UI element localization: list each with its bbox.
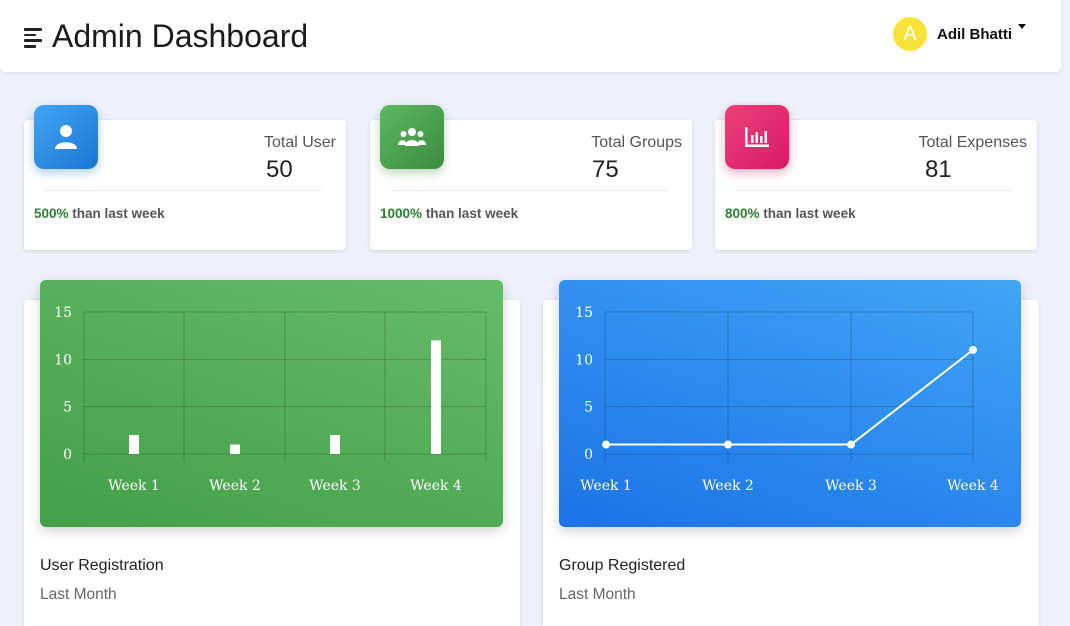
stat-label: Total Expenses — [918, 134, 1027, 151]
divider — [390, 190, 668, 191]
y-tick-label: 0 — [584, 447, 593, 463]
y-tick-label: 10 — [54, 352, 72, 368]
page-title: Admin Dashboard — [52, 18, 309, 54]
stat-card-total-user: Total User 50 500% than last week — [24, 105, 346, 250]
data-point — [724, 440, 732, 449]
stat-percent: 500% — [34, 206, 69, 221]
avatar: A — [893, 17, 927, 51]
chart-title: Group Registered — [559, 557, 686, 574]
y-tick-label: 15 — [54, 305, 72, 321]
x-tick-label: Week 3 — [309, 478, 361, 494]
stat-value: 75 — [592, 156, 619, 183]
stat-footer: 1000% than last week — [380, 206, 518, 221]
user-registration-chart: 0 5 10 15 Week 1 Week 2 Week 3 Week 4 — [40, 280, 503, 527]
bar-chart: 0 5 10 15 Week 1 Week 2 Week 3 Week 4 — [54, 305, 487, 494]
stat-percent: 800% — [725, 206, 760, 221]
stat-footer: 800% than last week — [725, 206, 856, 221]
stat-note: than last week — [763, 206, 856, 221]
x-tick-label: Week 4 — [410, 478, 462, 494]
bar — [129, 435, 139, 454]
hamburger-menu-icon[interactable] — [24, 28, 42, 48]
bar — [330, 435, 340, 454]
bar — [230, 444, 240, 454]
y-tick-label: 15 — [575, 305, 593, 321]
chart-title: User Registration — [40, 557, 164, 574]
y-tick-label: 5 — [584, 400, 593, 416]
stat-footer: 500% than last week — [34, 206, 165, 221]
y-tick-label: 5 — [63, 400, 72, 416]
users-group-icon — [380, 105, 444, 169]
x-tick-label: Week 1 — [108, 478, 160, 494]
top-bar: Admin Dashboard A Adil Bhatti — [0, 0, 1061, 72]
series-line — [606, 349, 974, 446]
chart-subtitle: Last Month — [559, 586, 636, 603]
x-tick-label: Week 4 — [947, 478, 999, 494]
stat-card-total-groups: Total Groups 75 1000% than last week — [370, 105, 692, 250]
data-point — [847, 440, 855, 449]
stat-label: Total User — [263, 134, 336, 151]
divider — [735, 190, 1013, 191]
y-tick-label: 10 — [575, 352, 593, 368]
group-registered-chart: 0 5 10 15 Week 1 Week 2 Week 3 Week 4 — [559, 280, 1021, 527]
x-tick-label: Week 2 — [209, 478, 261, 494]
stat-value: 81 — [925, 156, 952, 183]
x-tick-label: Week 2 — [702, 478, 754, 494]
stat-card-total-expenses: Total Expenses 81 800% than last week — [715, 105, 1037, 250]
data-point — [602, 440, 610, 449]
x-tick-label: Week 1 — [580, 478, 632, 494]
line-chart: 0 5 10 15 Week 1 Week 2 Week 3 Week 4 — [575, 305, 999, 494]
stat-percent: 1000% — [380, 206, 423, 221]
divider — [44, 190, 322, 191]
bar — [431, 340, 441, 454]
caret-down-icon[interactable] — [1018, 23, 1026, 29]
stat-note: than last week — [425, 206, 519, 221]
stat-value: 50 — [266, 156, 293, 183]
user-name: Adil Bhatti — [937, 25, 1012, 43]
stat-label: Total Groups — [591, 134, 682, 151]
chart-bar-icon — [725, 105, 789, 169]
y-tick-label: 0 — [63, 447, 72, 463]
chart-subtitle: Last Month — [40, 586, 117, 603]
stat-note: than last week — [72, 206, 165, 221]
x-tick-label: Week 3 — [825, 478, 877, 494]
data-point — [969, 345, 977, 354]
user-menu[interactable]: A Adil Bhatti — [893, 16, 1026, 52]
user-icon — [34, 105, 98, 169]
